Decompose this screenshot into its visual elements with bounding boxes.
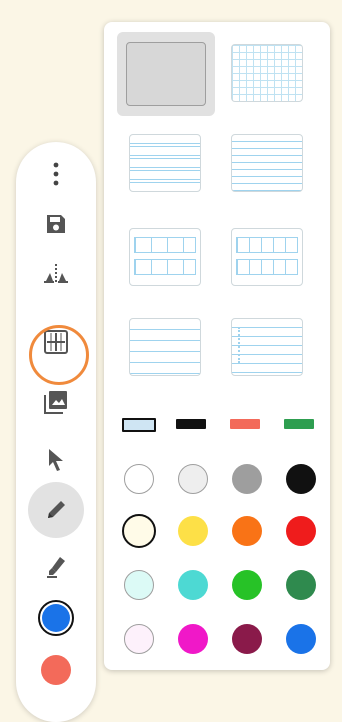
more-options-icon — [53, 162, 59, 186]
color-swatch-pale-pink[interactable] — [124, 624, 154, 654]
save-button[interactable] — [16, 204, 96, 244]
color-swatch-magenta[interactable] — [178, 624, 208, 654]
color-swatch-red[interactable] — [286, 516, 316, 546]
current-color-indicator — [38, 600, 74, 636]
template-lined[interactable] — [126, 314, 204, 380]
template-color-panel — [104, 22, 330, 670]
boxes-row-2 — [134, 259, 196, 275]
template-music-staff[interactable] — [228, 314, 306, 380]
template-lined-thumbnail — [129, 318, 201, 376]
pen-size-3[interactable] — [230, 419, 260, 429]
pen-active-background — [28, 482, 84, 538]
color-swatch-blue[interactable] — [286, 624, 316, 654]
color-swatch-light-gray[interactable] — [178, 464, 208, 494]
color-swatch-dark-green[interactable] — [286, 570, 316, 600]
current-color-fill — [42, 604, 70, 632]
template-grid[interactable] — [228, 40, 306, 106]
pen-size-1[interactable] — [122, 418, 156, 432]
mirror-icon — [44, 264, 68, 284]
pointer-button[interactable] — [16, 440, 96, 480]
color-swatch-white[interactable] — [124, 464, 154, 494]
current-color-button[interactable] — [16, 596, 96, 640]
template-grid-thumbnail — [231, 44, 303, 102]
template-blank-thumbnail — [126, 42, 206, 106]
pointer-icon — [49, 449, 63, 471]
color-swatch-pale-cyan[interactable] — [124, 570, 154, 600]
highlighter-button[interactable] — [16, 546, 96, 586]
color-swatch-gray[interactable] — [232, 464, 262, 494]
color-swatch-cream-selected[interactable] — [122, 514, 156, 548]
mirror-button[interactable] — [16, 254, 96, 294]
secondary-color-indicator — [41, 655, 71, 685]
template-boxes-grid-thumbnail — [129, 228, 201, 286]
template-ruled-lines[interactable] — [228, 130, 306, 196]
pen-size-4[interactable] — [284, 419, 314, 429]
color-swatch-green[interactable] — [232, 570, 262, 600]
save-icon — [47, 215, 65, 233]
secondary-color-button[interactable] — [16, 650, 96, 690]
pen-icon — [48, 501, 65, 518]
tool-highlight-ring — [29, 325, 89, 385]
template-handwriting-lines[interactable] — [126, 130, 204, 196]
color-swatch-yellow[interactable] — [178, 516, 208, 546]
template-ruled-thumbnail — [231, 134, 303, 192]
boxes-row-1 — [134, 237, 196, 253]
template-blank[interactable] — [117, 32, 215, 116]
color-swatch-black[interactable] — [286, 464, 316, 494]
template-boxes-grid-alt[interactable] — [228, 224, 306, 290]
template-music-staff-thumbnail — [231, 318, 303, 376]
color-swatch-turquoise[interactable] — [178, 570, 208, 600]
boxes-alt-row-1 — [236, 237, 298, 253]
template-handwriting-thumbnail — [129, 134, 201, 192]
template-boxes-grid[interactable] — [126, 224, 204, 290]
music-staff-clef — [238, 327, 244, 363]
insert-image-icon — [44, 391, 67, 414]
more-options-button[interactable] — [16, 154, 96, 194]
highlighter-icon — [47, 557, 65, 578]
color-swatch-maroon[interactable] — [232, 624, 262, 654]
boxes-alt-row-2 — [236, 259, 298, 275]
color-swatch-orange[interactable] — [232, 516, 262, 546]
insert-image-button[interactable] — [16, 382, 96, 422]
pen-size-2[interactable] — [176, 419, 206, 429]
pen-button[interactable] — [16, 482, 96, 538]
template-boxes-grid-alt-thumbnail — [231, 228, 303, 286]
left-toolbar — [16, 142, 96, 722]
